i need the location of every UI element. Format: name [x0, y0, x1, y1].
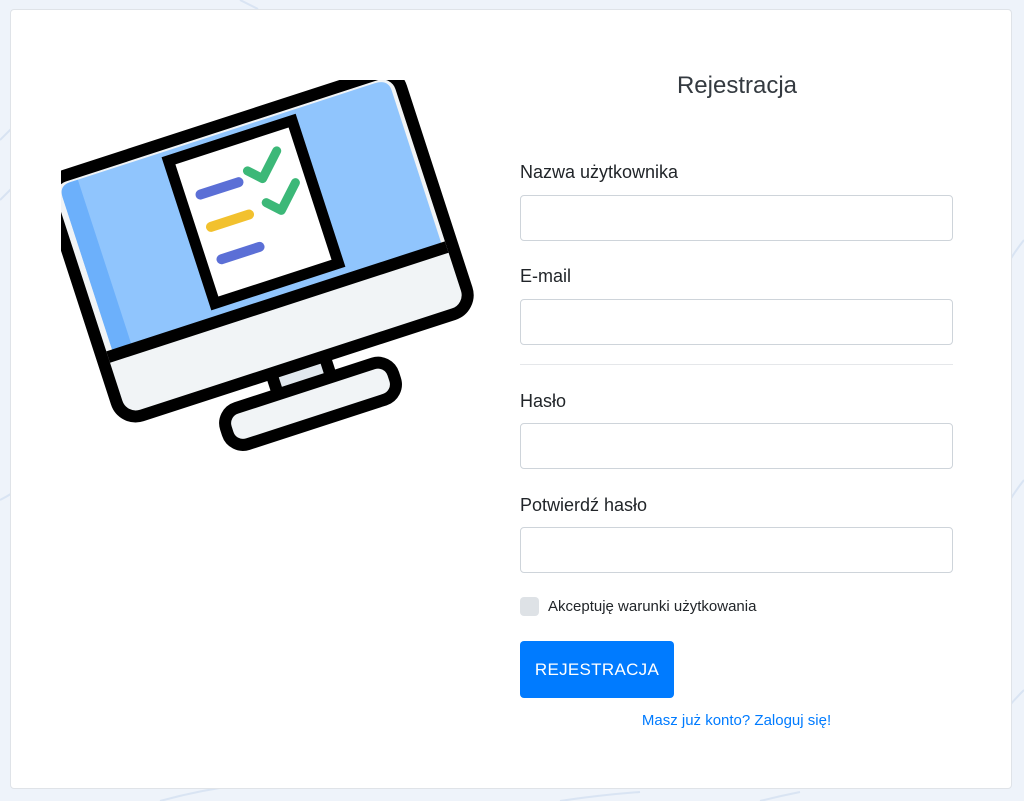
page-title: Rejestracja — [676, 72, 798, 99]
terms-checkbox[interactable] — [520, 596, 539, 616]
terms-row: Akceptuję warunki użytkowania — [520, 596, 756, 616]
username-label: Nazwa użytkownika — [520, 162, 679, 182]
confirm-password-input[interactable] — [520, 527, 953, 573]
username-input[interactable] — [520, 195, 953, 241]
terms-label[interactable]: Akceptuję warunki użytkowania — [548, 598, 756, 615]
email-input[interactable] — [520, 299, 953, 345]
confirm-password-label: Potwierdź hasło — [520, 495, 648, 515]
password-input[interactable] — [520, 423, 953, 469]
login-link[interactable]: Masz już konto? Zaloguj się! — [520, 712, 953, 729]
register-button[interactable]: REJESTRACJA — [520, 641, 674, 698]
password-label: Hasło — [520, 391, 567, 411]
form-divider — [520, 364, 953, 365]
monitor-checklist-icon — [61, 80, 474, 451]
registration-card: Rejestracja Nazwa użytkownika E-mail Has… — [10, 9, 1012, 789]
email-label: E-mail — [520, 266, 572, 286]
